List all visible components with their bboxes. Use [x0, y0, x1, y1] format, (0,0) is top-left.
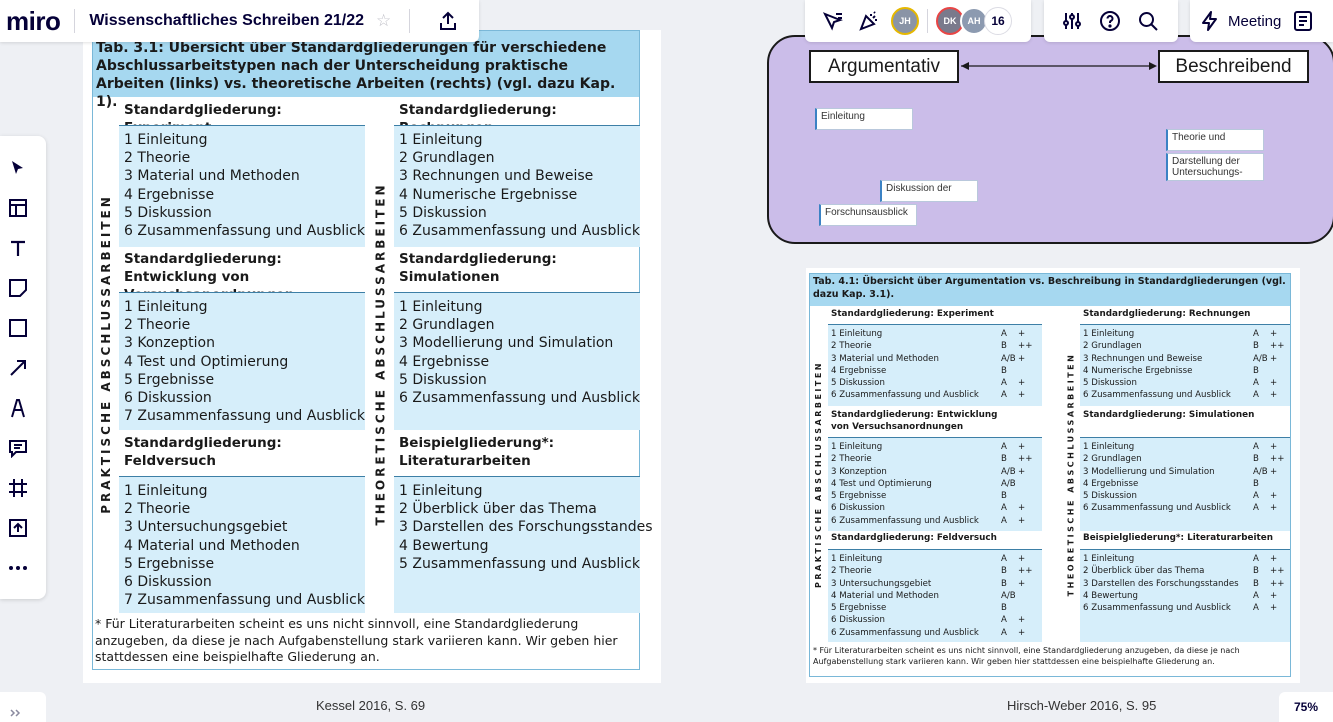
table-4-1-caption: Tab. 4.1: Übersicht über Argumentation v… — [810, 274, 1290, 306]
comment-icon — [9, 440, 27, 458]
table-3-1: Tab. 3.1: Übersicht über Standardglieder… — [92, 30, 653, 670]
note-forschungsausblick[interactable]: Forschunsausblick — [819, 204, 917, 226]
sticky-note-tool[interactable] — [4, 274, 32, 302]
pen-icon — [11, 399, 25, 418]
party-popper-icon — [859, 11, 877, 31]
section-title: Beispielgliederung*: Literaturarbeiten — [1083, 533, 1273, 543]
section-body: 1 Einleitung 2 Grundlagen 3 Rechnungen und… — [394, 125, 640, 247]
section-title: Beispielgliederung*: Literaturarbeiten — [399, 435, 555, 469]
cursor-icon — [12, 161, 23, 174]
section-title: Standardgliederung: Experiment — [831, 309, 994, 319]
text-icon — [11, 240, 25, 256]
star-icon[interactable]: ☆ — [376, 11, 391, 31]
upload-icon — [440, 11, 456, 30]
section-title: Standardgliederung: Entwicklung von Vers… — [831, 410, 998, 432]
creation-toolbar — [0, 136, 46, 599]
section-title: Standardgliederung: Feldversuch — [124, 435, 282, 469]
practical-theses-label: PRAKTISCHE ABSCHLUSSARBEITEN — [814, 360, 824, 588]
section-body: 1 Einleitung 2 Theorie 3 Konzeption 4 Test … — [119, 292, 365, 430]
note-diskussion[interactable]: Diskussion der — [880, 180, 978, 202]
meeting-button[interactable]: Meeting — [1200, 11, 1281, 31]
board-tools — [1044, 0, 1178, 42]
select-tool[interactable] — [4, 154, 32, 182]
beschreibend-box[interactable]: Beschreibend — [1158, 50, 1309, 83]
table-3-1-image[interactable]: Tab. 3.1: Übersicht über Standardglieder… — [83, 30, 661, 683]
section-body: 1 Einleitung 2 Grundlagen 3 Modellierung u… — [394, 292, 640, 430]
more-icon — [9, 566, 27, 570]
reactions-button[interactable] — [815, 3, 851, 39]
sliders-icon — [1063, 13, 1081, 29]
collaboration-toolbar: JH DK AH 16 — [805, 0, 1031, 42]
search-button[interactable] — [1130, 3, 1166, 39]
board-title[interactable]: Wissenschaftliches Schreiben 21/22 — [89, 12, 364, 30]
avatar-jh[interactable]: JH — [891, 7, 919, 35]
divider — [927, 9, 928, 33]
section-body: 1 Einleitung A + 2 Überblick über das Them… — [1080, 549, 1290, 642]
export-button[interactable] — [433, 6, 463, 36]
cursor-list-icon — [822, 12, 843, 31]
note-darstellung[interactable]: Darstellung der Untersuchungs- — [1166, 153, 1264, 181]
pen-tool[interactable] — [4, 394, 32, 422]
comment-tool[interactable] — [4, 434, 32, 462]
purple-frame[interactable]: Argumentativ Beschreibend Einleitung The… — [767, 35, 1333, 244]
collaborator-count[interactable]: 16 — [984, 7, 1012, 35]
practical-theses-label: PRAKTISCHE ABSCHLUSSARBEITEN — [99, 194, 114, 514]
theoretical-theses-label: THEORETISCHE ABSCHLUSSARBEITEN — [1066, 352, 1076, 596]
shape-tool[interactable] — [4, 314, 32, 342]
table-4-1-footnote: * Für Literaturarbeiten scheint es uns n… — [813, 646, 1240, 666]
table-4-1: Tab. 4.1: Übersicht über Argumentation v… — [809, 273, 1291, 677]
source-kessel: Kessel 2016, S. 69 — [316, 698, 426, 713]
meeting-toolbar: Meeting — [1190, 0, 1333, 42]
connection-line-tool[interactable] — [4, 354, 32, 382]
theoretical-theses-label: THEORETISCHE ABSCHLUSSARBEITEN — [373, 182, 388, 526]
arrow-icon — [10, 360, 26, 376]
section-body: 1 Einleitung A + 2 Theorie B ++ 3 Untersuchu… — [828, 549, 1042, 642]
rectangle-icon — [9, 319, 27, 337]
more-tools-button[interactable] — [4, 554, 32, 582]
layout-icon — [9, 199, 27, 217]
help-button[interactable] — [1092, 3, 1128, 39]
search-icon — [1139, 12, 1158, 31]
meeting-label: Meeting — [1228, 12, 1282, 30]
collapse-panel-button[interactable] — [0, 692, 46, 722]
argumentativ-box[interactable]: Argumentativ — [809, 50, 959, 83]
templates-tool[interactable] — [4, 194, 32, 222]
zoom-level[interactable]: 75% — [1279, 692, 1333, 722]
frame-icon — [9, 479, 27, 497]
section-title: Standardgliederung: Simulationen — [399, 251, 557, 285]
frame-tool[interactable] — [4, 474, 32, 502]
celebrate-button[interactable] — [851, 3, 887, 39]
section-body: 1 Einleitung 2 Überblick über das Thema 3 … — [394, 476, 653, 613]
divider — [74, 9, 76, 33]
section-body: 1 Einleitung A + 2 Grundlagen B ++ 3 Rechnun… — [1080, 324, 1290, 406]
table-4-1-image[interactable]: Tab. 4.1: Übersicht über Argumentation v… — [806, 268, 1300, 683]
source-hirsch-weber: Hirsch-Weber 2016, S. 95 — [1007, 698, 1157, 713]
miro-logo[interactable]: miro — [6, 6, 61, 37]
lightning-icon — [1202, 11, 1217, 31]
note-theorie[interactable]: Theorie und — [1166, 129, 1264, 151]
section-title: Standardgliederung: Rechnungen — [1083, 309, 1251, 319]
settings-button[interactable] — [1054, 3, 1090, 39]
divider — [409, 9, 411, 33]
sticky-note-icon — [9, 279, 27, 297]
section-body: 1 Einleitung 2 Theorie 3 Untersuchungsgebi… — [119, 476, 365, 613]
double-arrow-connector[interactable] — [959, 58, 1159, 74]
notes-panel-button[interactable] — [1285, 3, 1321, 39]
upload-icon — [9, 519, 27, 537]
section-body: 1 Einleitung A + 2 Grundlagen B ++ 3 Modelli… — [1080, 437, 1290, 531]
section-title: Standardgliederung: Simulationen — [1083, 410, 1255, 420]
section-body: 1 Einleitung A + 2 Theorie B ++ 3 Konzeption… — [828, 437, 1042, 531]
upload-tool[interactable] — [4, 514, 32, 542]
table-3-1-footnote: * Für Literaturarbeiten scheint es uns n… — [95, 616, 618, 664]
section-title: Standardgliederung: Feldversuch — [831, 533, 997, 543]
chevron-double-right-icon — [10, 709, 21, 717]
text-tool[interactable] — [4, 234, 32, 262]
section-body: 1 Einleitung A + 2 Theorie B ++ 3 Material u… — [828, 324, 1042, 406]
document-icon — [1294, 11, 1313, 31]
section-body: 1 Einleitung 2 Theorie 3 Material und Meth… — [119, 125, 365, 247]
help-icon — [1100, 11, 1120, 31]
note-einleitung[interactable]: Einleitung — [815, 108, 913, 130]
top-bar-left: miro Wissenschaftliches Schreiben 21/22 … — [0, 0, 479, 42]
